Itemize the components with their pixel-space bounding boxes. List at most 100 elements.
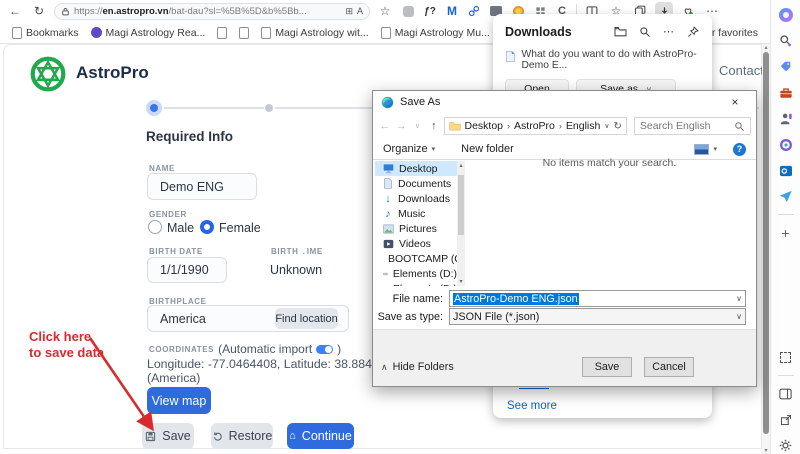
drop-icon[interactable] (777, 188, 794, 205)
tree-item-music[interactable]: ♪ Music (375, 206, 457, 221)
find-location-button[interactable]: Find location (275, 308, 338, 329)
page-scrollbar-thumb[interactable] (763, 52, 769, 434)
male-radio[interactable] (148, 220, 162, 234)
breadcrumb-dropdown-icon[interactable]: ∨ (604, 122, 609, 130)
tree-item-videos[interactable]: Videos (375, 236, 457, 251)
male-radio-label[interactable]: Male (167, 221, 194, 235)
tree-scroll-up-icon[interactable]: ▴ (457, 162, 465, 169)
tree-item-desktop[interactable]: Desktop (375, 161, 457, 176)
outlook-icon[interactable] (777, 162, 794, 179)
female-radio[interactable] (200, 220, 214, 234)
bookmark-bookmarks[interactable]: Bookmarks (8, 25, 83, 41)
sidebar-search-icon[interactable] (777, 32, 794, 49)
restore-button[interactable]: Restore (211, 423, 273, 449)
tools-icon[interactable] (777, 84, 794, 101)
sidebar-panel-icon[interactable] (777, 385, 794, 402)
open-downloads-folder-icon[interactable] (613, 24, 628, 39)
tree-item-bootcamp[interactable]: BOOTCAMP (C:) (375, 251, 457, 266)
apps-icon[interactable]: ⊞ (345, 6, 353, 17)
tree-item-downloads[interactable]: ↓ Downloads (375, 191, 457, 206)
birth-time-label: BIRTH TIME (271, 247, 323, 256)
file-name-dropdown-icon[interactable]: ∨ (736, 294, 742, 303)
refresh-icon[interactable]: ↻ (30, 2, 48, 20)
favorite-star-icon[interactable]: ☆ (376, 2, 394, 20)
tree-scrollbar-thumb[interactable] (458, 175, 464, 235)
dialog-title-bar[interactable]: Save As × (373, 91, 756, 113)
edge-logo-icon (381, 96, 394, 109)
file-name-input[interactable]: AstroPro-Demo ENG.json ∨ (449, 290, 746, 307)
extension-fn-icon[interactable]: ƒ? (422, 3, 438, 19)
nav-forward-icon[interactable]: → (394, 120, 407, 132)
dialog-close-icon[interactable]: × (722, 93, 748, 111)
add-sidebar-item-icon[interactable]: + (777, 224, 794, 241)
continue-button[interactable]: ⌂ Continue (287, 423, 354, 449)
change-view-icon[interactable] (694, 144, 709, 155)
dialog-save-button[interactable]: Save (582, 357, 632, 377)
bookmark-magi-rea[interactable]: Magi Astrology Rea... (87, 25, 210, 41)
save-type-row: Save as type: JSON File (*.json) ∨ (373, 308, 746, 325)
help-icon[interactable]: ? (733, 143, 746, 156)
extension-malwarebytes-icon[interactable]: M (444, 3, 460, 19)
desktop-icon (383, 163, 394, 174)
page-scrollbar[interactable]: ▴ ▾ (762, 44, 770, 454)
pin-icon[interactable] (685, 24, 700, 39)
organize-button[interactable]: Organize (383, 143, 428, 155)
nav-up-icon[interactable]: ↑ (427, 120, 440, 132)
breadcrumb-desktop[interactable]: Desktop (465, 120, 504, 132)
coordinates-line1: Longitude: -77.0464408, Latitude: 38.884… (147, 357, 399, 371)
contacts-icon[interactable] (777, 110, 794, 127)
search-downloads-icon[interactable] (637, 24, 652, 39)
tree-item-elements-2[interactable]: Elements (D:) (375, 281, 457, 286)
dialog-cancel-button[interactable]: Cancel (644, 357, 694, 377)
nav-back-icon[interactable]: ← (378, 120, 391, 132)
scroll-up-icon[interactable]: ▴ (762, 44, 770, 51)
save-type-select[interactable]: JSON File (*.json) ∨ (449, 308, 746, 325)
breadcrumb[interactable]: Desktop › AstroPro › English ∨ ↻ (444, 117, 627, 135)
screenshot-icon[interactable] (777, 349, 794, 366)
shopping-icon[interactable] (777, 58, 794, 75)
sidebar-settings-icon[interactable] (777, 437, 794, 454)
astropro-logo-icon (29, 55, 67, 93)
contact-link[interactable]: Contact (719, 63, 764, 78)
name-input[interactable]: Demo ENG (147, 173, 257, 200)
save-type-dropdown-icon[interactable]: ∨ (736, 312, 742, 321)
downloads-more-icon[interactable]: ⋯ (661, 24, 676, 39)
breadcrumb-astropro[interactable]: AstroPro (514, 120, 555, 132)
bookmark-untitled-2[interactable] (235, 25, 253, 41)
female-radio-label[interactable]: Female (219, 221, 261, 235)
url-text[interactable]: https://en.astropro.vn/bat-dau?sl=%5B%5D… (74, 6, 341, 17)
nav-history-icon[interactable]: ∨ (411, 122, 424, 130)
hide-folders-button[interactable]: ∧ Hide Folders (381, 361, 454, 373)
organize-dropdown-icon[interactable]: ▾ (432, 145, 436, 153)
tree-item-pictures[interactable]: Pictures (375, 221, 457, 236)
address-bar[interactable]: https://en.astropro.vn/bat-dau?sl=%5B%5D… (54, 3, 370, 20)
dialog-toolbar: Organize ▾ New folder ▾ ? (373, 139, 756, 159)
tree-scroll-down-icon[interactable]: ▾ (457, 278, 465, 285)
view-dropdown-icon[interactable]: ▾ (713, 145, 717, 153)
breadcrumb-refresh-icon[interactable]: ↻ (613, 121, 621, 132)
read-aloud-icon[interactable]: A (357, 6, 363, 16)
bookmark-untitled-1[interactable] (213, 25, 231, 41)
bookmark-magi-mu[interactable]: Magi Astrology Mu... (377, 25, 494, 41)
auto-import-toggle[interactable] (316, 345, 333, 354)
see-more-link[interactable]: See more (507, 400, 557, 412)
new-folder-button[interactable]: New folder (461, 143, 514, 155)
copilot-icon[interactable] (777, 6, 794, 23)
dialog-search-box[interactable] (634, 117, 751, 135)
bookmark-magi-wit[interactable]: Magi Astrology wit... (257, 25, 372, 41)
birth-date-input[interactable]: 1/1/1990 (147, 257, 227, 283)
restore-icon (212, 431, 223, 442)
breadcrumb-english[interactable]: English (566, 120, 600, 132)
dialog-search-input[interactable] (640, 120, 734, 132)
tree-item-elements-1[interactable]: Elements (D:) (375, 266, 457, 281)
extension-cube-icon[interactable] (400, 3, 416, 19)
tree-item-documents[interactable]: Documents (375, 176, 457, 191)
scroll-down-icon[interactable]: ▾ (762, 447, 770, 454)
extension-link-icon[interactable] (466, 3, 482, 19)
music-icon: ♪ (383, 208, 393, 220)
tree-scrollbar[interactable]: ▴ ▾ (457, 161, 465, 286)
open-external-icon[interactable] (777, 411, 794, 428)
download-item: What do you want to do with AstroPro-Dem… (493, 45, 712, 71)
back-icon[interactable]: ← (6, 2, 24, 20)
designer-icon[interactable] (777, 136, 794, 153)
